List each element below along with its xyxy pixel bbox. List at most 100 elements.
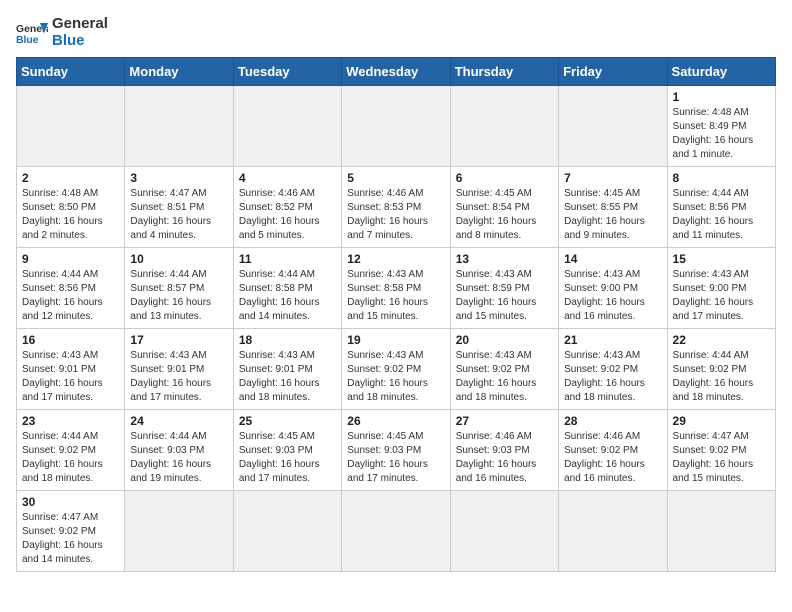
calendar-cell: 29 Sunrise: 4:47 AM Sunset: 9:02 PM Dayli… — [667, 410, 775, 491]
calendar-cell — [559, 86, 667, 167]
calendar-cell: 22 Sunrise: 4:44 AM Sunset: 9:02 PM Dayli… — [667, 329, 775, 410]
calendar-cell: 30Sunrise: 4:47 AM Sunset: 9:02 PM Dayli… — [17, 491, 125, 572]
day-info: Sunrise: 4:43 AM Sunset: 8:58 PM Dayligh… — [347, 268, 444, 324]
day-number: 16 — [22, 333, 119, 347]
calendar-cell: 18 Sunrise: 4:43 AM Sunset: 9:01 PM Dayli… — [233, 329, 341, 410]
day-info: Sunrise: 4:45 AM Sunset: 9:03 PM Dayligh… — [239, 430, 336, 486]
calendar-cell: 23 Sunrise: 4:44 AM Sunset: 9:02 PM Dayli… — [17, 410, 125, 491]
day-number: 3 — [130, 171, 227, 185]
day-number: 30 — [22, 495, 119, 509]
day-info: Sunrise: 4:46 AM Sunset: 8:52 PM Dayligh… — [239, 187, 336, 243]
calendar-cell: 5Sunrise: 4:46 AM Sunset: 8:53 PM Daylig… — [342, 167, 450, 248]
day-info: Sunrise: 4:44 AM Sunset: 8:57 PM Dayligh… — [130, 268, 227, 324]
calendar-cell — [233, 491, 341, 572]
day-info: Sunrise: 4:45 AM Sunset: 9:03 PM Dayligh… — [347, 430, 444, 486]
day-number: 18 — [239, 333, 336, 347]
header: General Blue General Blue — [16, 16, 776, 49]
day-number: 23 — [22, 414, 119, 428]
calendar-cell — [667, 491, 775, 572]
day-info: Sunrise: 4:46 AM Sunset: 9:03 PM Dayligh… — [456, 430, 553, 486]
day-info: Sunrise: 4:48 AM Sunset: 8:50 PM Dayligh… — [22, 187, 119, 243]
calendar-cell: 4 Sunrise: 4:46 AM Sunset: 8:52 PM Daylig… — [233, 167, 341, 248]
calendar-cell — [342, 491, 450, 572]
calendar-cell: 11 Sunrise: 4:44 AM Sunset: 8:58 PM Dayli… — [233, 248, 341, 329]
calendar-cell: 27 Sunrise: 4:46 AM Sunset: 9:03 PM Dayli… — [450, 410, 558, 491]
weekday-header-thursday: Thursday — [450, 58, 558, 86]
day-number: 29 — [673, 414, 770, 428]
calendar-cell — [125, 491, 233, 572]
logo: General Blue General Blue — [16, 16, 108, 49]
day-number: 1 — [673, 90, 770, 104]
day-number: 14 — [564, 252, 661, 266]
weekday-header-wednesday: Wednesday — [342, 58, 450, 86]
weekday-header-sunday: Sunday — [17, 58, 125, 86]
day-number: 12 — [347, 252, 444, 266]
weekday-header-friday: Friday — [559, 58, 667, 86]
day-number: 8 — [673, 171, 770, 185]
day-number: 17 — [130, 333, 227, 347]
day-number: 7 — [564, 171, 661, 185]
calendar-cell: 3 Sunrise: 4:47 AM Sunset: 8:51 PM Daylig… — [125, 167, 233, 248]
weekday-header-saturday: Saturday — [667, 58, 775, 86]
calendar-cell: 17 Sunrise: 4:43 AM Sunset: 9:01 PM Dayli… — [125, 329, 233, 410]
calendar-cell: 26 Sunrise: 4:45 AM Sunset: 9:03 PM Dayli… — [342, 410, 450, 491]
calendar-cell: 6 Sunrise: 4:45 AM Sunset: 8:54 PM Daylig… — [450, 167, 558, 248]
weekday-header-tuesday: Tuesday — [233, 58, 341, 86]
svg-text:Blue: Blue — [16, 35, 39, 46]
calendar-table: SundayMondayTuesdayWednesdayThursdayFrid… — [16, 57, 776, 572]
day-number: 15 — [673, 252, 770, 266]
day-info: Sunrise: 4:48 AM Sunset: 8:49 PM Dayligh… — [673, 106, 770, 162]
day-info: Sunrise: 4:44 AM Sunset: 9:03 PM Dayligh… — [130, 430, 227, 486]
day-info: Sunrise: 4:45 AM Sunset: 8:55 PM Dayligh… — [564, 187, 661, 243]
calendar-cell — [125, 86, 233, 167]
day-number: 26 — [347, 414, 444, 428]
day-info: Sunrise: 4:43 AM Sunset: 9:01 PM Dayligh… — [239, 349, 336, 405]
day-number: 10 — [130, 252, 227, 266]
calendar-cell — [342, 86, 450, 167]
day-info: Sunrise: 4:46 AM Sunset: 9:02 PM Dayligh… — [564, 430, 661, 486]
calendar-cell — [450, 86, 558, 167]
calendar-cell — [233, 86, 341, 167]
calendar-cell: 15 Sunrise: 4:43 AM Sunset: 9:00 PM Dayli… — [667, 248, 775, 329]
calendar-cell: 7 Sunrise: 4:45 AM Sunset: 8:55 PM Daylig… — [559, 167, 667, 248]
day-info: Sunrise: 4:44 AM Sunset: 9:02 PM Dayligh… — [22, 430, 119, 486]
day-number: 21 — [564, 333, 661, 347]
calendar-cell: 14 Sunrise: 4:43 AM Sunset: 9:00 PM Dayli… — [559, 248, 667, 329]
calendar-cell: 2 Sunrise: 4:48 AM Sunset: 8:50 PM Daylig… — [17, 167, 125, 248]
calendar-cell: 1 Sunrise: 4:48 AM Sunset: 8:49 PM Daylig… — [667, 86, 775, 167]
calendar-cell: 20Sunrise: 4:43 AM Sunset: 9:02 PM Dayli… — [450, 329, 558, 410]
day-info: Sunrise: 4:47 AM Sunset: 9:02 PM Dayligh… — [673, 430, 770, 486]
weekday-header-monday: Monday — [125, 58, 233, 86]
day-info: Sunrise: 4:43 AM Sunset: 9:02 PM Dayligh… — [564, 349, 661, 405]
day-number: 2 — [22, 171, 119, 185]
day-info: Sunrise: 4:45 AM Sunset: 8:54 PM Dayligh… — [456, 187, 553, 243]
day-info: Sunrise: 4:43 AM Sunset: 8:59 PM Dayligh… — [456, 268, 553, 324]
day-info: Sunrise: 4:43 AM Sunset: 9:02 PM Dayligh… — [347, 349, 444, 405]
calendar-cell: 24Sunrise: 4:44 AM Sunset: 9:03 PM Dayli… — [125, 410, 233, 491]
calendar-cell: 28 Sunrise: 4:46 AM Sunset: 9:02 PM Dayli… — [559, 410, 667, 491]
day-number: 4 — [239, 171, 336, 185]
day-number: 22 — [673, 333, 770, 347]
day-info: Sunrise: 4:46 AM Sunset: 8:53 PM Dayligh… — [347, 187, 444, 243]
calendar-cell — [559, 491, 667, 572]
day-info: Sunrise: 4:47 AM Sunset: 8:51 PM Dayligh… — [130, 187, 227, 243]
calendar-cell: 19Sunrise: 4:43 AM Sunset: 9:02 PM Dayli… — [342, 329, 450, 410]
calendar-cell: 9Sunrise: 4:44 AM Sunset: 8:56 PM Daylig… — [17, 248, 125, 329]
calendar-cell: 21 Sunrise: 4:43 AM Sunset: 9:02 PM Dayli… — [559, 329, 667, 410]
day-info: Sunrise: 4:44 AM Sunset: 8:58 PM Dayligh… — [239, 268, 336, 324]
day-info: Sunrise: 4:43 AM Sunset: 9:00 PM Dayligh… — [564, 268, 661, 324]
day-info: Sunrise: 4:44 AM Sunset: 8:56 PM Dayligh… — [673, 187, 770, 243]
day-number: 28 — [564, 414, 661, 428]
calendar-cell: 25Sunrise: 4:45 AM Sunset: 9:03 PM Dayli… — [233, 410, 341, 491]
day-info: Sunrise: 4:44 AM Sunset: 9:02 PM Dayligh… — [673, 349, 770, 405]
day-info: Sunrise: 4:44 AM Sunset: 8:56 PM Dayligh… — [22, 268, 119, 324]
day-number: 6 — [456, 171, 553, 185]
day-number: 11 — [239, 252, 336, 266]
calendar-cell: 10 Sunrise: 4:44 AM Sunset: 8:57 PM Dayli… — [125, 248, 233, 329]
day-info: Sunrise: 4:43 AM Sunset: 9:02 PM Dayligh… — [456, 349, 553, 405]
day-number: 13 — [456, 252, 553, 266]
day-number: 27 — [456, 414, 553, 428]
day-info: Sunrise: 4:43 AM Sunset: 9:00 PM Dayligh… — [673, 268, 770, 324]
day-info: Sunrise: 4:43 AM Sunset: 9:01 PM Dayligh… — [130, 349, 227, 405]
calendar-cell: 16Sunrise: 4:43 AM Sunset: 9:01 PM Dayli… — [17, 329, 125, 410]
